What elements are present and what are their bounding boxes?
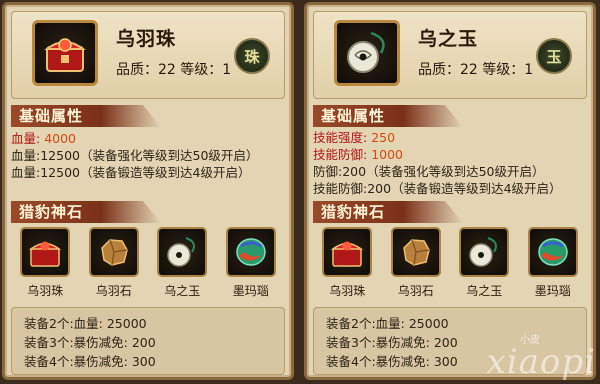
attr-value: 4000 — [44, 131, 77, 146]
base-attributes-title: 基础属性 — [11, 105, 161, 127]
attr-label: 技能强度: — [313, 130, 368, 145]
watermark-logo: xiaopi — [486, 342, 596, 382]
stone-label: 墨玛瑙 — [232, 284, 269, 298]
item-quality-level: 品质：22 等级：1 — [116, 62, 232, 78]
stone-set-title: 猎豹神石 — [313, 201, 463, 223]
stone-icon-frame — [459, 227, 510, 277]
stone-icon-frame — [20, 227, 71, 277]
stone-slot[interactable]: 乌羽珠 — [318, 227, 376, 303]
attr-row: 血量:12500（装备强化等级到达50级开启） — [11, 147, 285, 164]
stone-label: 乌羽珠 — [27, 284, 64, 298]
red-chest-icon — [29, 241, 62, 267]
item-header: 乌之玉 品质：22 等级：1 玉 — [313, 11, 587, 99]
attr-label: 血量:12500 — [11, 165, 80, 180]
stone-label: 乌羽石 — [95, 284, 132, 298]
attr-row: 防御:200（装备强化等级到达50级开启） — [313, 163, 587, 180]
attr-row: 技能强度: 250 — [313, 129, 587, 146]
stone-slot[interactable]: 乌之玉 — [455, 227, 513, 303]
attr-row: 血量:12500（装备锻造等级到达4级开启） — [11, 164, 285, 181]
stone-icon-frame — [225, 227, 276, 277]
attr-condition: （装备锻造等级到达4级开启） — [79, 165, 251, 180]
stone-label: 乌羽珠 — [329, 284, 366, 298]
gold-ore-icon — [402, 239, 430, 266]
gold-ore-icon — [100, 239, 128, 266]
set-bonus-line: 装备3个:暴伤减免: 200 — [24, 335, 156, 350]
base-attributes-list: 技能强度: 250 技能防御: 1000 防御:200（装备强化等级到达50级开… — [313, 129, 587, 197]
item-name: 乌羽珠 — [116, 28, 177, 50]
attr-condition: （装备强化等级到达50级开启） — [366, 164, 545, 179]
stone-label: 乌之玉 — [466, 284, 503, 298]
jade-pendant-icon — [347, 31, 385, 73]
stone-slot[interactable]: 乌羽石 — [387, 227, 445, 303]
stone-slot[interactable]: 乌羽珠 — [16, 227, 74, 303]
stone-set-list: 乌羽珠 乌羽石 乌之玉 墨玛瑙 — [11, 227, 285, 303]
stone-icon-frame — [527, 227, 578, 277]
stone-label: 乌之玉 — [164, 284, 201, 298]
attr-label: 血量: — [11, 131, 41, 146]
stone-set-list: 乌羽珠 乌羽石 乌之玉 墨玛瑙 — [313, 227, 587, 303]
attr-row: 技能防御:200（装备锻造等级到达4级开启） — [313, 180, 587, 197]
red-chest-icon — [331, 241, 364, 267]
stone-slot[interactable]: 乌羽石 — [85, 227, 143, 303]
attr-label: 防御:200 — [313, 164, 367, 179]
set-bonus-line: 装备4个:暴伤减免: 300 — [24, 354, 156, 369]
attr-row: 技能防御: 1000 — [313, 146, 587, 163]
stone-slot[interactable]: 墨玛瑙 — [222, 227, 280, 303]
base-attributes-title: 基础属性 — [313, 105, 463, 127]
attr-label: 技能防御:200 — [313, 181, 392, 196]
stone-label: 乌羽石 — [397, 284, 434, 298]
set-bonus-line: 装备2个:血量: 25000 — [326, 316, 449, 331]
stone-label: 墨玛瑙 — [534, 284, 571, 298]
stone-set-title: 猎豹神石 — [11, 201, 161, 223]
item-panel-right: 乌之玉 品质：22 等级：1 玉 基础属性 技能强度: 250 技能防御: 10… — [304, 2, 596, 380]
item-type-badge: 玉 — [536, 38, 572, 74]
set-bonus-line: 装备2个:血量: 25000 — [24, 316, 147, 331]
attr-condition: （装备锻造等级到达4级开启） — [391, 181, 562, 196]
base-attributes-list: 血量: 4000 血量:12500（装备强化等级到达50级开启） 血量:1250… — [11, 130, 285, 181]
agate-gem-icon — [236, 238, 266, 266]
attr-value: 250 — [371, 130, 396, 145]
stone-slot[interactable]: 墨玛瑙 — [524, 227, 582, 303]
jade-pendant-icon — [167, 237, 196, 267]
item-icon-frame[interactable] — [334, 20, 400, 86]
stone-icon-frame — [88, 227, 139, 277]
attr-row: 血量: 4000 — [11, 130, 285, 147]
red-chest-icon — [44, 38, 86, 72]
attr-label: 技能防御: — [313, 147, 368, 162]
item-header: 乌羽珠 品质：22 等级：1 珠 — [11, 11, 285, 99]
item-quality-level: 品质：22 等级：1 — [418, 62, 534, 78]
item-type-badge: 珠 — [234, 38, 270, 74]
attr-condition: （装备强化等级到达50级开启） — [79, 148, 259, 163]
jade-pendant-icon — [469, 237, 498, 267]
agate-gem-icon — [538, 238, 568, 266]
stone-icon-frame — [390, 227, 441, 277]
stone-icon-frame — [157, 227, 208, 277]
stone-slot[interactable]: 乌之玉 — [153, 227, 211, 303]
attr-value: 1000 — [371, 147, 404, 162]
item-panel-left: 乌羽珠 品质：22 等级：1 珠 基础属性 血量: 4000 血量:12500（… — [2, 2, 294, 380]
item-name: 乌之玉 — [418, 28, 479, 50]
item-icon-frame[interactable] — [32, 20, 98, 86]
stone-icon-frame — [322, 227, 373, 277]
set-bonus-box: 装备2个:血量: 25000 装备3个:暴伤减免: 200 装备4个:暴伤减免:… — [11, 307, 285, 375]
attr-label: 血量:12500 — [11, 148, 80, 163]
